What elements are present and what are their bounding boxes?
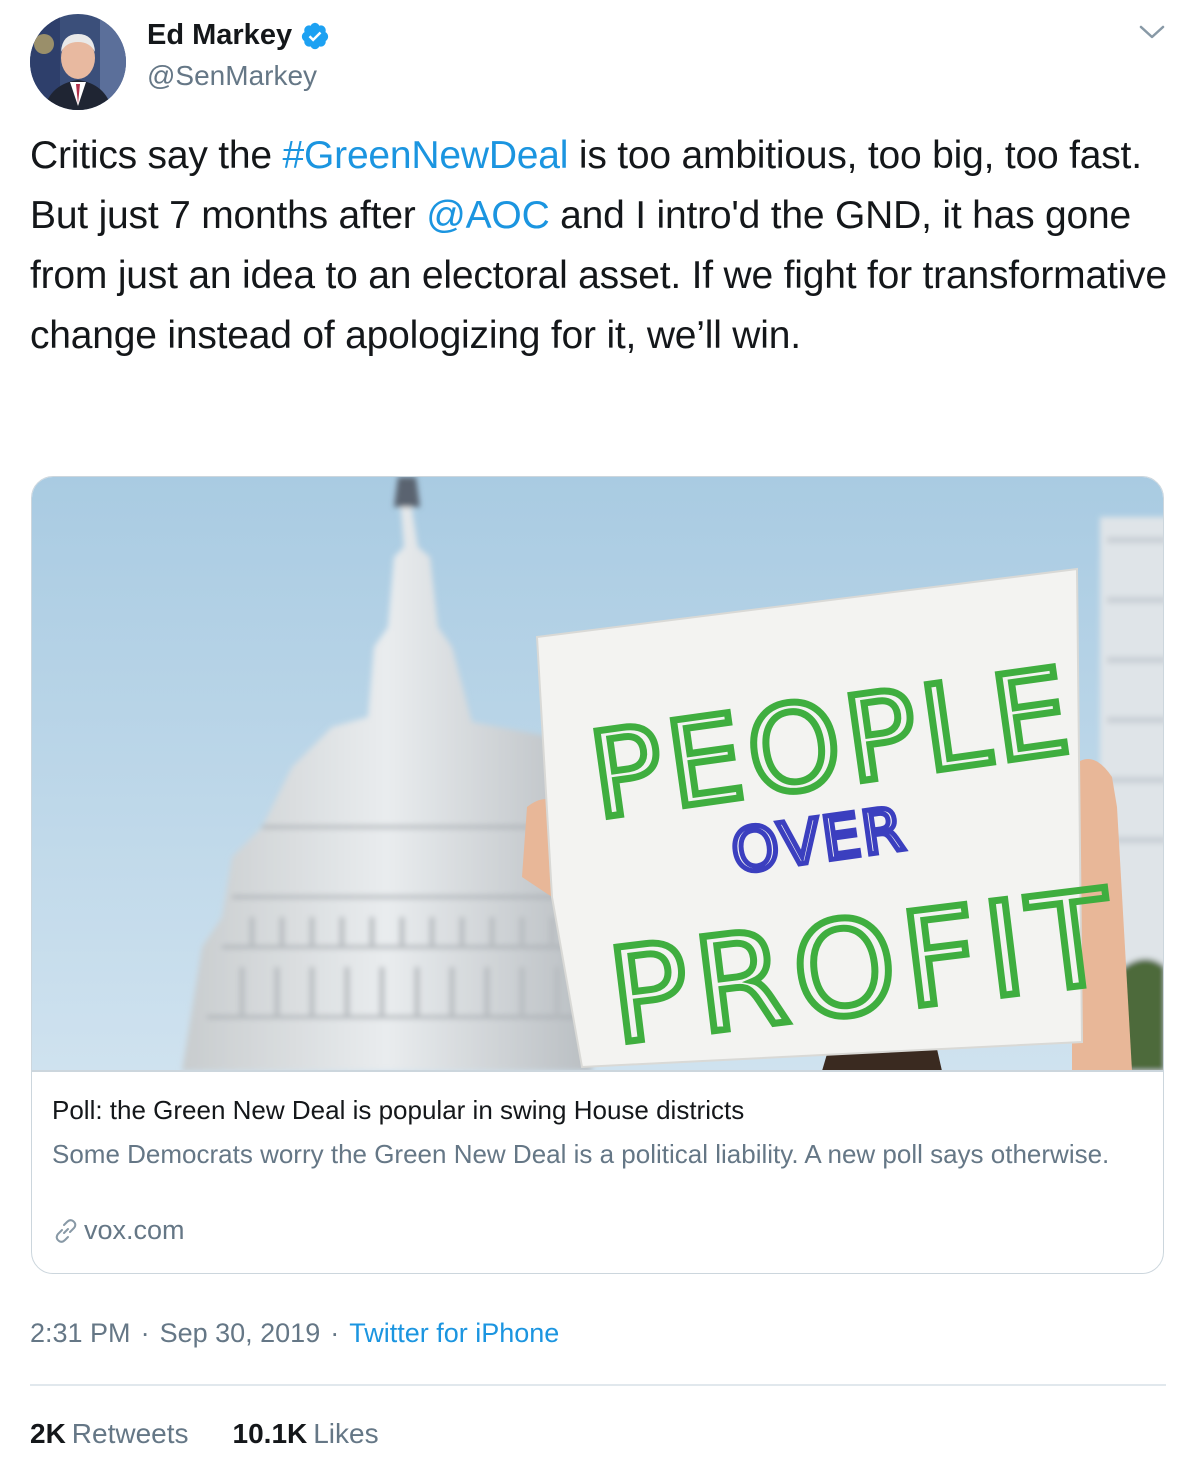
mention-link[interactable]: @AOC: [426, 194, 550, 237]
card-divider: [32, 1070, 1163, 1072]
link-preview-card[interactable]: PEOPLE OVER PROFIT Poll: the Green New D…: [31, 476, 1164, 1274]
likes-count: 10.1K: [232, 1418, 308, 1449]
tweet-stats: 2K Retweets 10.1K Likes: [30, 1418, 379, 1450]
author-name[interactable]: Ed Markey: [147, 19, 330, 52]
retweets-label: Retweets: [71, 1418, 189, 1449]
avatar[interactable]: [30, 14, 126, 110]
link-icon: [52, 1217, 80, 1245]
tweet-date[interactable]: Sep 30, 2019: [160, 1318, 321, 1348]
tweet-time[interactable]: 2:31 PM: [30, 1318, 131, 1348]
stats-divider: [30, 1384, 1166, 1386]
card-domain-text[interactable]: vox.com: [84, 1215, 185, 1246]
tweet: Ed Markey @SenMarkey Critics say the #Gr…: [0, 0, 1194, 1468]
retweets-stat[interactable]: 2K Retweets: [30, 1418, 189, 1450]
meta-separator: ·: [140, 1318, 150, 1348]
likes-label: Likes: [313, 1418, 379, 1449]
tweet-source-link[interactable]: Twitter for iPhone: [349, 1318, 559, 1348]
chevron-down-icon[interactable]: [1138, 22, 1166, 42]
tweet-text: Critics say the #GreenNewDeal is too amb…: [30, 126, 1170, 366]
card-description[interactable]: Some Democrats worry the Green New Deal …: [52, 1135, 1112, 1173]
card-image[interactable]: PEOPLE OVER PROFIT: [32, 477, 1163, 1071]
author-name-text[interactable]: Ed Markey: [147, 19, 292, 52]
tweet-text-part: Critics say the: [30, 134, 283, 177]
card-title[interactable]: Poll: the Green New Deal is popular in s…: [52, 1095, 744, 1126]
tweet-meta: 2:31 PM · Sep 30, 2019 · Twitter for iPhone: [30, 1318, 559, 1349]
likes-stat[interactable]: 10.1K Likes: [233, 1418, 379, 1450]
hashtag-link[interactable]: #GreenNewDeal: [283, 134, 569, 177]
retweets-count: 2K: [30, 1418, 66, 1449]
verified-badge-icon: [300, 21, 330, 51]
card-domain[interactable]: vox.com: [52, 1215, 185, 1246]
author-handle[interactable]: @SenMarkey: [147, 60, 317, 92]
meta-separator: ·: [330, 1318, 340, 1348]
